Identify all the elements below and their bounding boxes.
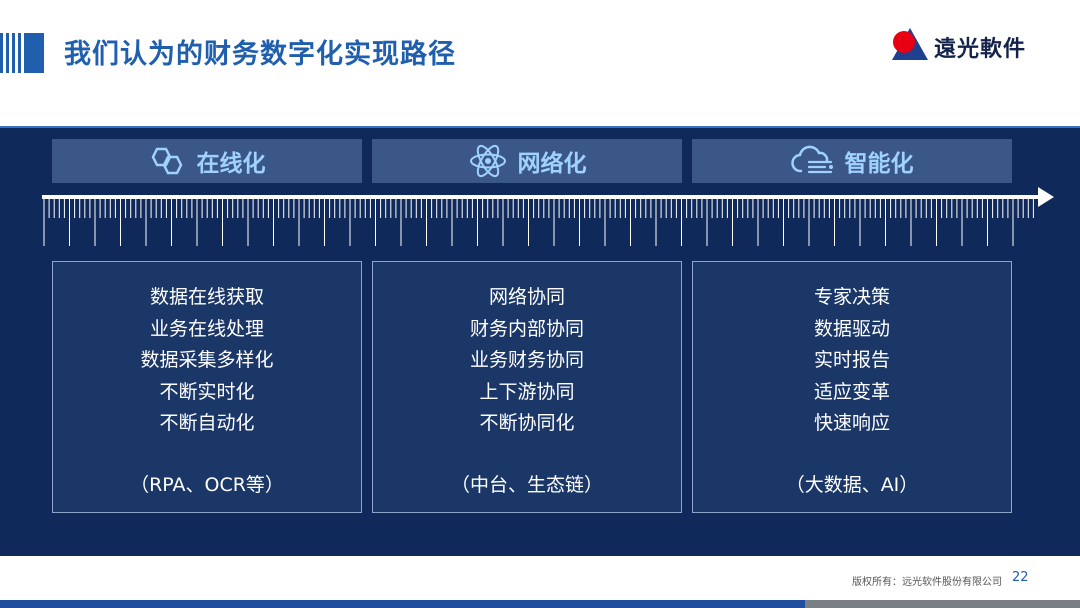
list-item: 实时报告 [813,349,890,371]
list-item: 数据在线获取 [149,286,264,308]
list-item: 适应变革 [813,380,890,403]
company-logo: 遠光軟件 [890,24,1040,64]
stage-header-label: 网络化 [517,151,587,177]
title-accent-bars [0,33,46,73]
stage-header-intelligent: 智能化 [692,139,1012,183]
stage-header-label: 智能化 [844,151,914,177]
list-item: 数据采集多样化 [140,349,274,371]
footer-bar-gray [805,600,1080,608]
logo-text: 遠光軟件 [934,37,1027,62]
stage-items: 数据在线获取 业务在线处理 数据采集多样化 不断实时化 不断自动化 [53,282,361,440]
copyright-text: 版权所有：远光软件股份有限公司 [852,577,1002,588]
stage-header-label: 在线化 [196,151,266,177]
list-item: 数据驱动 [813,317,890,340]
stage-header-network: 网络化 [372,139,682,183]
page-title: 我们认为的财务数字化实现路径 [64,39,456,70]
list-item: 专家决策 [813,286,890,308]
list-item: 业务财务协同 [469,349,584,371]
timeline-axis [42,187,1054,246]
page-number: 22 [1012,570,1029,585]
stage-items: 专家决策 数据驱动 实时报告 适应变革 快速响应 [693,282,1011,440]
list-item: 财务内部协同 [469,317,584,340]
stage-items: 网络协同 财务内部协同 业务财务协同 上下游协同 不断协同化 [373,282,681,440]
cloud-data-icon [790,145,835,177]
list-item: 不断协同化 [479,412,575,434]
list-item: 上下游协同 [479,380,575,403]
stage-header-online: 在线化 [52,139,362,183]
stage-note: （RPA、OCR等） [130,474,284,496]
stage-card-online: 数据在线获取 业务在线处理 数据采集多样化 不断实时化 不断自动化 （RPA、O… [52,261,362,513]
list-item: 不断实时化 [159,380,255,403]
logo-mark-icon [892,28,928,60]
footer-bar [0,600,805,608]
atom-network-icon [468,143,508,179]
stage-note: （中台、生态链） [450,474,603,496]
link-hexagon-icon [149,146,187,176]
stage-note: （大数据、AI） [785,474,919,496]
list-item: 不断自动化 [159,412,255,434]
list-item: 网络协同 [488,286,565,308]
list-item: 快速响应 [813,412,890,434]
arrow-right-icon [1038,187,1054,207]
stage-card-network: 网络协同 财务内部协同 业务财务协同 上下游协同 不断协同化 （中台、生态链） [372,261,682,513]
list-item: 业务在线处理 [149,317,264,340]
stage-card-intelligent: 专家决策 数据驱动 实时报告 适应变革 快速响应 （大数据、AI） [692,261,1012,513]
